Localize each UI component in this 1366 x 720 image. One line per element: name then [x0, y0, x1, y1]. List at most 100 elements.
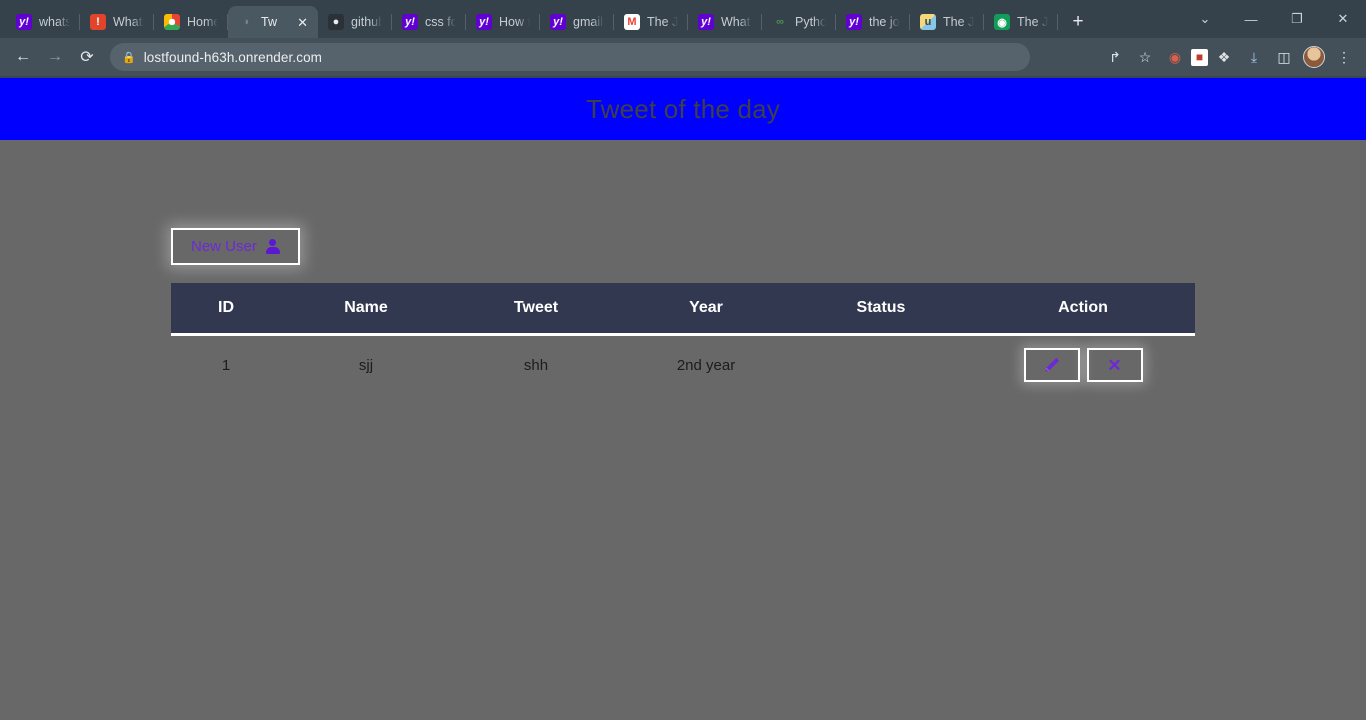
new-user-button-label: New User	[191, 238, 257, 255]
lock-icon: 🔒	[122, 51, 136, 64]
browser-tab-9[interactable]: y! What t	[688, 6, 762, 38]
browser-tab-0[interactable]: y! whatsa	[6, 6, 80, 38]
close-window-icon[interactable]: ✕	[1320, 0, 1366, 38]
page-title: Tweet of the day	[586, 93, 780, 124]
address-bar[interactable]: 🔒 lostfound-h63h.onrender.com	[110, 43, 1030, 71]
column-header-id[interactable]: ID	[171, 283, 281, 336]
cell-name: sjj	[358, 356, 374, 374]
browser-tab-10[interactable]: ∞ Python	[762, 6, 836, 38]
cell-tweet: shh	[523, 356, 549, 374]
page-viewport: Tweet of the day New User ID Name Tweet	[0, 78, 1366, 720]
page-content: New User ID Name Tweet Year Status Actio…	[0, 140, 1366, 394]
cell-action: ✕	[971, 335, 1195, 395]
maximize-icon[interactable]: ❐	[1274, 0, 1320, 38]
downloads-icon[interactable]: ⤓	[1240, 43, 1268, 71]
green-app-favicon-icon: ◉	[994, 14, 1010, 30]
new-tab-button[interactable]: +	[1064, 7, 1092, 35]
table-header-row: ID Name Tweet Year Status Action	[171, 283, 1195, 336]
reload-icon[interactable]: ⟳	[72, 42, 102, 72]
browser-tab-4[interactable]: ● github.	[318, 6, 392, 38]
browser-tab-8[interactable]: M The Joy	[614, 6, 688, 38]
tab-label: The Jo	[943, 15, 974, 29]
whatsapp-favicon-icon: !	[90, 14, 106, 30]
extension-two-icon[interactable]: ■	[1191, 48, 1208, 66]
tab-label: github.	[351, 15, 382, 29]
cell-year: 2nd year	[676, 356, 736, 374]
forward-icon[interactable]: →	[40, 42, 70, 72]
table-head: ID Name Tweet Year Status Action	[171, 283, 1195, 336]
side-panel-icon[interactable]: ◫	[1270, 43, 1298, 71]
tab-label: gmail -	[573, 15, 604, 29]
github-favicon-icon: ●	[328, 14, 344, 30]
tab-label: Home |	[187, 15, 218, 29]
browser-toolbar: ← → ⟳ 🔒 lostfound-h63h.onrender.com ↱ ☆ …	[0, 38, 1366, 78]
column-header-action[interactable]: Action	[971, 283, 1195, 336]
bookmark-star-icon[interactable]: ☆	[1131, 43, 1159, 71]
tab-label: WhatsA	[113, 15, 144, 29]
back-icon[interactable]: ←	[8, 42, 38, 72]
users-table-wrap: ID Name Tweet Year Status Action 1 sjj s	[0, 265, 1366, 394]
minimize-icon[interactable]: —	[1228, 0, 1274, 38]
cell-status	[791, 335, 971, 395]
browser-tab-active[interactable]: ◑ Tw ✕	[228, 6, 318, 38]
users-table: ID Name Tweet Year Status Action 1 sjj s	[171, 283, 1195, 394]
tab-strip: y! whatsa ! WhatsA Home | ◑ Tw ✕ ● githu…	[0, 0, 1366, 38]
row-action-group: ✕	[971, 348, 1195, 382]
browser-tab-12[interactable]: u The Jo	[910, 6, 984, 38]
close-x-icon: ✕	[1107, 355, 1122, 375]
share-icon[interactable]: ↱	[1101, 43, 1129, 71]
gmail-favicon-icon: M	[624, 14, 640, 30]
extensions-puzzle-icon[interactable]: ❖	[1210, 43, 1238, 71]
column-header-status[interactable]: Status	[791, 283, 971, 336]
new-user-button-wrap: New User	[0, 140, 1366, 265]
tab-label: The Jo	[1017, 15, 1048, 29]
tab-label: The Joy	[647, 15, 678, 29]
browser-tab-1[interactable]: ! WhatsA	[80, 6, 154, 38]
address-bar-url: lostfound-h63h.onrender.com	[143, 49, 323, 65]
yahoo-favicon-icon: y!	[16, 14, 32, 30]
delete-row-button[interactable]: ✕	[1086, 348, 1143, 382]
column-header-tweet[interactable]: Tweet	[451, 283, 621, 336]
extension-one-icon[interactable]: ◉	[1161, 43, 1189, 71]
edit-row-button[interactable]	[1023, 348, 1080, 382]
chrome-favicon-icon	[164, 14, 180, 30]
user-icon	[265, 239, 280, 254]
tab-label: How to	[499, 15, 530, 29]
tab-label: What t	[721, 15, 752, 29]
browser-tab-7[interactable]: y! gmail -	[540, 6, 614, 38]
windows-favicon-icon: u	[920, 14, 936, 30]
new-user-button[interactable]: New User	[171, 228, 300, 265]
browser-tab-5[interactable]: y! css for	[392, 6, 466, 38]
tab-search-icon[interactable]: ⌄	[1182, 0, 1228, 38]
column-header-year[interactable]: Year	[621, 283, 791, 336]
avatar-image	[1303, 46, 1325, 68]
tab-label: css for	[425, 15, 456, 29]
yahoo-favicon-icon: y!	[402, 14, 418, 30]
tab-label: whatsa	[39, 15, 70, 29]
browser-tab-13[interactable]: ◉ The Jo	[984, 6, 1058, 38]
yahoo-favicon-icon: y!	[550, 14, 566, 30]
table-body: 1 sjj shh 2nd year ✕	[171, 335, 1195, 395]
column-header-name[interactable]: Name	[281, 283, 451, 336]
toolbar-icon-group: ↱ ☆ ◉ ■ ❖ ⤓ ◫ ⋮	[1101, 43, 1358, 71]
python-favicon-icon: ∞	[776, 16, 784, 28]
yahoo-favicon-icon: y!	[476, 14, 492, 30]
cell-id: 1	[221, 356, 231, 374]
page-favicon-icon: ◑	[242, 16, 250, 28]
chrome-menu-icon[interactable]: ⋮	[1330, 43, 1358, 71]
avatar[interactable]	[1300, 43, 1328, 71]
yahoo-favicon-icon: y!	[698, 14, 714, 30]
window-controls: ⌄ — ❐ ✕	[1182, 0, 1366, 38]
yahoo-favicon-icon: y!	[846, 14, 862, 30]
pencil-icon	[1043, 356, 1061, 374]
browser-window: y! whatsa ! WhatsA Home | ◑ Tw ✕ ● githu…	[0, 0, 1366, 720]
page-banner: Tweet of the day	[0, 78, 1366, 140]
tab-label: Tw	[261, 15, 277, 29]
tab-label: Python	[795, 15, 826, 29]
browser-tab-11[interactable]: y! the joy	[836, 6, 910, 38]
tab-close-icon[interactable]: ✕	[297, 16, 308, 29]
tab-label: the joy	[869, 15, 900, 29]
browser-tab-2[interactable]: Home |	[154, 6, 228, 38]
table-row: 1 sjj shh 2nd year ✕	[171, 335, 1195, 395]
browser-tab-6[interactable]: y! How to	[466, 6, 540, 38]
